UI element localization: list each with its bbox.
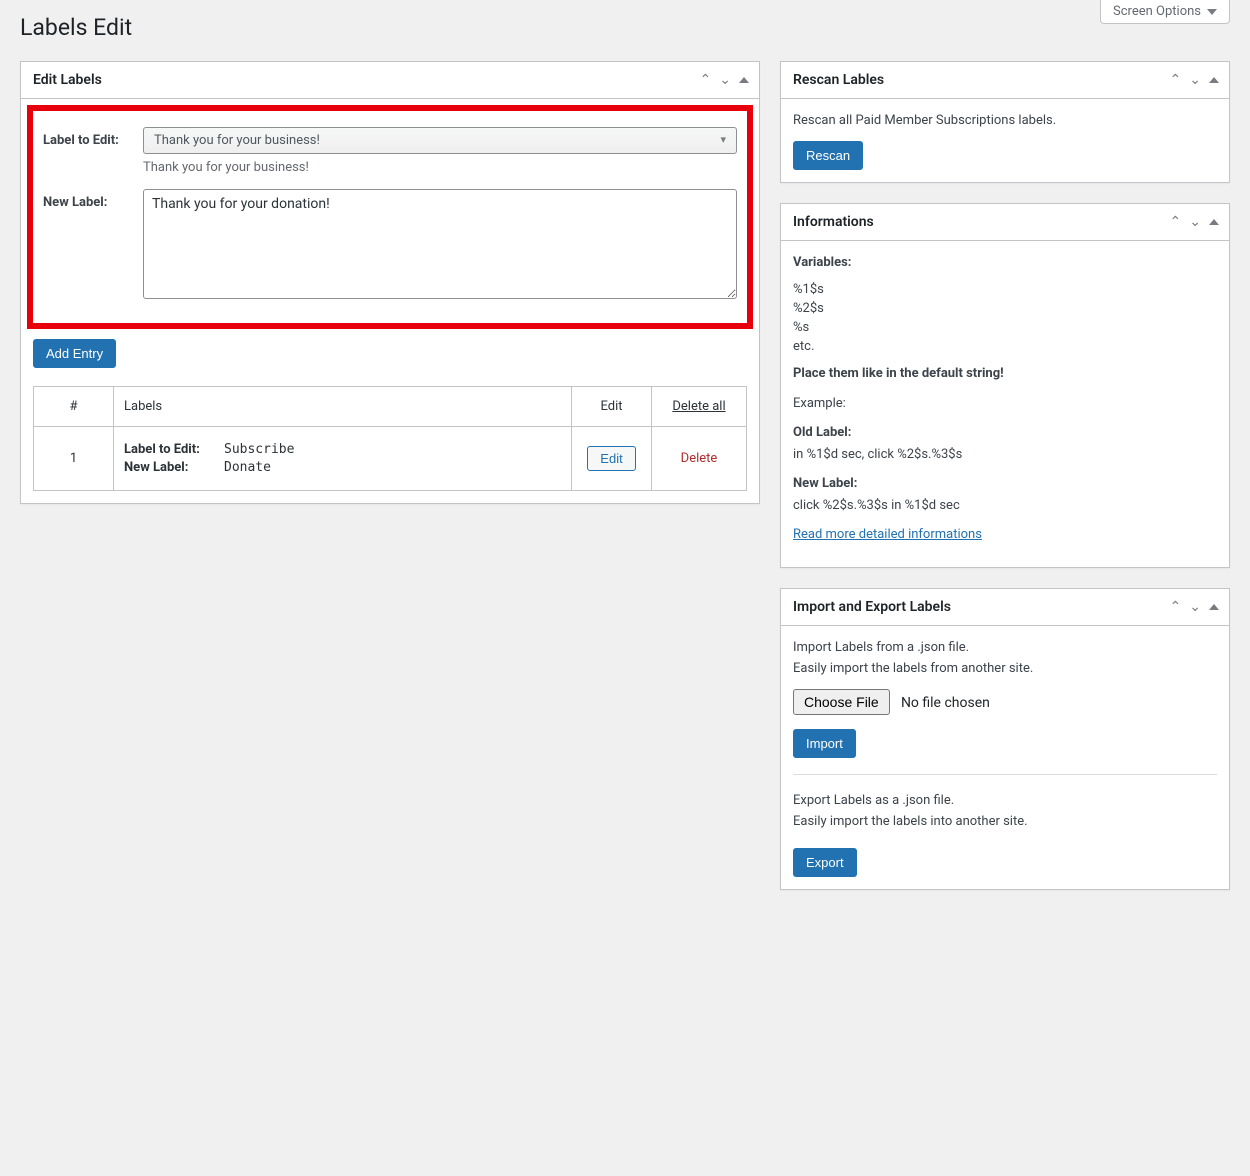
- order-up-icon[interactable]: ⌃: [1170, 215, 1182, 229]
- label-to-edit-value: Thank you for your business!: [154, 133, 320, 148]
- order-up-icon[interactable]: ⌃: [700, 73, 712, 87]
- rescan-title: Rescan Lables: [781, 62, 1170, 98]
- rescan-button[interactable]: Rescan: [793, 141, 863, 170]
- rescan-description: Rescan all Paid Member Subscriptions lab…: [793, 111, 1217, 131]
- labels-table: # Labels Edit Delete all 1 Label to Edit…: [33, 386, 747, 491]
- order-down-icon[interactable]: ⌄: [1189, 600, 1201, 614]
- old-label-heading: Old Label:: [793, 425, 851, 440]
- variable-item: %2$s: [793, 301, 1217, 316]
- variables-list: %1$s %2$s %s etc.: [793, 282, 1217, 354]
- old-label-text: in %1$d sec, click %2$s.%3$s: [793, 445, 1217, 465]
- new-label-heading: New Label:: [793, 476, 857, 491]
- new-label-text: click %2$s.%3$s in %1$d sec: [793, 496, 1217, 516]
- row-new-label-val: Donate: [224, 460, 271, 475]
- row-delete-link[interactable]: Delete: [681, 451, 718, 466]
- edit-labels-title: Edit Labels: [21, 62, 700, 98]
- collapse-icon[interactable]: [1209, 219, 1219, 225]
- export-button[interactable]: Export: [793, 848, 857, 877]
- read-more-link[interactable]: Read more detailed informations: [793, 527, 982, 542]
- new-label-textarea[interactable]: [143, 189, 737, 299]
- delete-all-link[interactable]: Delete all: [672, 399, 725, 414]
- collapse-icon[interactable]: [739, 77, 749, 83]
- collapse-icon[interactable]: [1209, 604, 1219, 610]
- choose-file-button[interactable]: Choose File: [793, 689, 890, 715]
- chevron-down-icon: [1207, 9, 1217, 15]
- col-num: #: [34, 387, 114, 427]
- import-export-panel: Import and Export Labels ⌃ ⌄ Import Labe…: [780, 588, 1230, 890]
- variable-item: %s: [793, 320, 1217, 335]
- example-heading: Example:: [793, 394, 1217, 414]
- row-number: 1: [34, 427, 114, 491]
- collapse-icon[interactable]: [1209, 77, 1219, 83]
- edit-labels-panel: Edit Labels ⌃ ⌄ Label to Edit: Thank you…: [20, 61, 760, 504]
- screen-options-toggle[interactable]: Screen Options: [1100, 0, 1230, 24]
- import-line2: Easily import the labels from another si…: [793, 659, 1217, 679]
- import-button[interactable]: Import: [793, 729, 856, 758]
- informations-panel: Informations ⌃ ⌄ Variables: %1$s %2$s %s…: [780, 203, 1230, 568]
- new-label-label: New Label:: [43, 189, 143, 303]
- order-up-icon[interactable]: ⌃: [1170, 73, 1182, 87]
- col-labels: Labels: [114, 387, 572, 427]
- col-edit: Edit: [572, 387, 652, 427]
- order-down-icon[interactable]: ⌄: [719, 73, 731, 87]
- row-label-to-edit-key: Label to Edit:: [124, 442, 214, 457]
- order-up-icon[interactable]: ⌃: [1170, 600, 1182, 614]
- label-to-edit-select[interactable]: Thank you for your business!: [143, 127, 737, 154]
- row-new-label-key: New Label:: [124, 460, 214, 475]
- label-to-edit-label: Label to Edit:: [43, 127, 143, 175]
- order-down-icon[interactable]: ⌄: [1189, 215, 1201, 229]
- rescan-panel: Rescan Lables ⌃ ⌄ Rescan all Paid Member…: [780, 61, 1230, 183]
- row-edit-button[interactable]: Edit: [587, 446, 635, 471]
- page-title: Labels Edit: [20, 0, 1230, 61]
- export-line1: Export Labels as a .json file.: [793, 791, 1217, 811]
- variable-item: %1$s: [793, 282, 1217, 297]
- file-status: No file chosen: [901, 695, 990, 711]
- screen-options-label: Screen Options: [1113, 4, 1201, 19]
- table-row: 1 Label to Edit: Subscribe New Label: Do…: [34, 427, 747, 491]
- informations-title: Informations: [781, 204, 1170, 240]
- variables-heading: Variables:: [793, 253, 1217, 273]
- add-entry-button[interactable]: Add Entry: [33, 339, 116, 368]
- order-down-icon[interactable]: ⌄: [1189, 73, 1201, 87]
- import-export-title: Import and Export Labels: [781, 589, 1170, 625]
- place-note: Place them like in the default string!: [793, 364, 1217, 384]
- variable-item: etc.: [793, 339, 1217, 354]
- import-line1: Import Labels from a .json file.: [793, 638, 1217, 658]
- row-label-to-edit-val: Subscribe: [224, 442, 294, 457]
- label-to-edit-helper: Thank you for your business!: [143, 160, 737, 175]
- export-line2: Easily import the labels into another si…: [793, 812, 1217, 832]
- highlight-box: Label to Edit: Thank you for your busine…: [27, 105, 753, 329]
